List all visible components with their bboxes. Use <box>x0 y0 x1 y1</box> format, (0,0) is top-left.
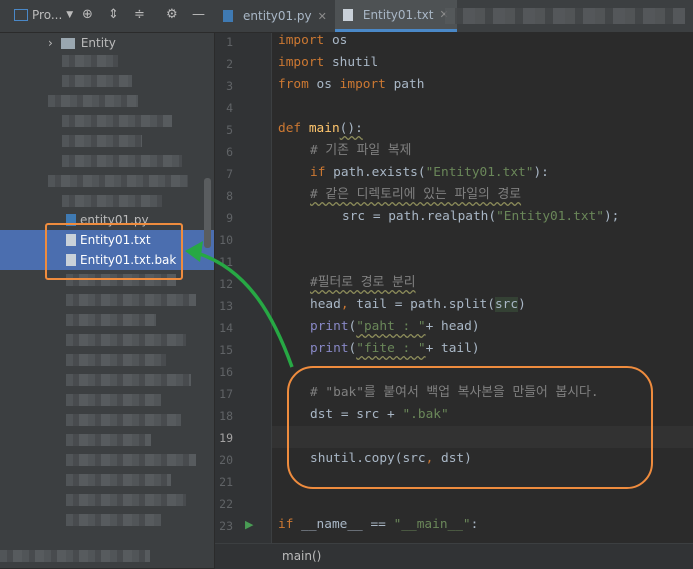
python-file-icon <box>223 10 233 22</box>
blurred-item <box>66 454 196 466</box>
tree-folder-entity[interactable]: › Entity <box>0 33 214 53</box>
run-icon[interactable]: ▶ <box>245 518 253 531</box>
line-number: 17 <box>219 387 233 401</box>
line-number: 9 <box>226 211 233 225</box>
line-number: 20 <box>219 453 233 467</box>
line-number: 4 <box>226 101 233 115</box>
breadcrumb-bar: main() <box>215 543 693 569</box>
line-number: 22 <box>219 497 233 511</box>
code-line: src = path.realpath("Entity01.txt"); <box>342 209 620 224</box>
line-number: 7 <box>226 167 233 181</box>
blurred-item <box>66 394 161 406</box>
code-line: print("paht : "+ head) <box>310 319 480 334</box>
blurred-item <box>66 514 161 526</box>
breadcrumb[interactable]: main() <box>282 549 321 563</box>
code-line: from os import path <box>278 77 425 92</box>
blurred-item <box>66 294 196 306</box>
blurred-item <box>62 155 182 167</box>
blurred-item <box>66 354 166 366</box>
tab-label: Entity01.txt <box>362 7 434 22</box>
line-number-gutter: 1 2 3 4 5 6 7 8 9 10 11 12 13 14 15 16 1… <box>215 33 272 543</box>
blurred-item <box>62 135 142 147</box>
line-number: 23 <box>219 519 233 533</box>
scrollbar-thumb[interactable] <box>204 178 211 248</box>
folder-label: Entity <box>80 36 116 50</box>
line-number: 13 <box>219 299 233 313</box>
blurred-item <box>62 195 162 207</box>
line-number: 3 <box>226 79 233 93</box>
project-tree: › Entity entity01.py Entity01.txt Entity… <box>0 33 214 568</box>
blurred-item <box>66 434 151 446</box>
code-line: if path.exists("Entity01.txt"): <box>310 165 549 180</box>
line-number: 5 <box>226 123 233 137</box>
line-number: 21 <box>219 475 233 489</box>
code-line: print("fite : "+ tail) <box>310 341 480 356</box>
blurred-item <box>66 474 171 486</box>
blurred-item <box>48 175 188 187</box>
code-line: import os <box>278 33 348 48</box>
text-file-icon <box>342 8 353 21</box>
code-line: # 같은 디렉토리에 있는 파일의 경로 <box>310 187 522 202</box>
blurred-item <box>62 115 172 127</box>
expand-all-icon[interactable]: ⇕ <box>108 8 119 22</box>
code-line: import shutil <box>278 55 379 70</box>
code-line: # 기존 파일 복제 <box>310 143 412 158</box>
tab-entity01-py[interactable]: entity01.py ✕ <box>215 0 335 32</box>
line-number: 8 <box>226 189 233 203</box>
code-line: #필터로 경로 분리 <box>310 275 416 290</box>
code-line: def main(): <box>278 121 363 136</box>
project-label: Pro... <box>32 8 63 22</box>
blurred-tabs <box>445 8 685 24</box>
blurred-item <box>0 550 150 562</box>
close-icon[interactable]: ✕ <box>318 10 327 23</box>
collapse-all-icon[interactable]: ≑ <box>134 8 145 22</box>
blurred-item <box>66 414 181 426</box>
line-number: 16 <box>219 365 233 379</box>
crosshair-icon[interactable]: ⊕ <box>82 8 93 22</box>
chevron-right-icon[interactable]: › <box>48 36 53 50</box>
line-number: 1 <box>226 35 233 49</box>
code-line: head, tail = path.split(src) <box>310 297 526 312</box>
line-number: 19 <box>219 431 233 445</box>
tab-entity01-txt[interactable]: Entity01.txt ✕ <box>334 0 457 32</box>
folder-icon <box>60 37 75 49</box>
line-number: 10 <box>219 233 233 247</box>
blurred-item <box>66 314 156 326</box>
line-number: 12 <box>219 277 233 291</box>
blurred-item <box>48 95 138 107</box>
line-number: 14 <box>219 321 233 335</box>
blurred-item <box>66 334 186 346</box>
code-highlight-callout <box>287 366 653 489</box>
line-number: 15 <box>219 343 233 357</box>
line-number: 18 <box>219 409 233 423</box>
tab-label: entity01.py <box>243 9 312 23</box>
project-view-selector[interactable]: Pro... ▼ <box>14 8 73 22</box>
minimize-icon[interactable]: — <box>192 8 205 22</box>
top-toolbar: Pro... ▼ ⊕ ⇕ ≑ ⚙ — entity01.py ✕ Entity0… <box>0 0 693 33</box>
blurred-item <box>66 494 186 506</box>
blurred-item <box>66 374 191 386</box>
line-number: 6 <box>226 145 233 159</box>
blurred-item <box>62 55 118 67</box>
blurred-item <box>62 75 132 87</box>
line-number: 11 <box>219 255 233 269</box>
project-icon <box>14 9 28 21</box>
code-line: if __name__ == "__main__": <box>278 517 479 532</box>
line-number: 2 <box>226 57 233 71</box>
gear-icon[interactable]: ⚙ <box>166 8 178 22</box>
dropdown-icon: ▼ <box>66 10 74 20</box>
tree-highlight-callout <box>45 223 183 280</box>
editor-tabs: entity01.py ✕ Entity01.txt ✕ <box>215 0 457 32</box>
